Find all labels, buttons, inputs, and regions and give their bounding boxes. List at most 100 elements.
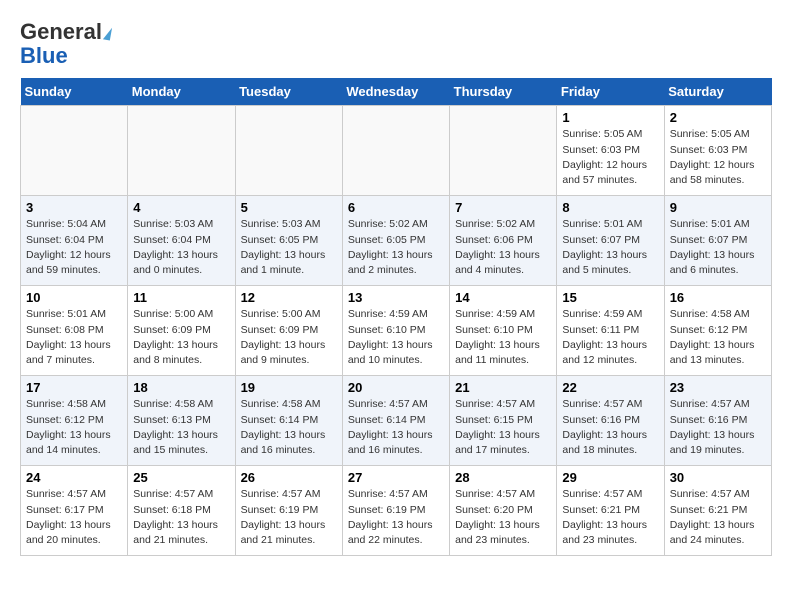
- day-info: Sunrise: 4:57 AM Sunset: 6:15 PM Dayligh…: [455, 397, 551, 458]
- day-number: 20: [348, 380, 444, 395]
- day-info: Sunrise: 5:03 AM Sunset: 6:05 PM Dayligh…: [241, 217, 337, 278]
- day-number: 3: [26, 200, 122, 215]
- logo-general: General: [20, 20, 111, 44]
- calendar-cell: 1 Sunrise: 5:05 AM Sunset: 6:03 PM Daylig…: [557, 106, 664, 196]
- day-number: 19: [241, 380, 337, 395]
- day-info: Sunrise: 5:01 AM Sunset: 6:07 PM Dayligh…: [562, 217, 658, 278]
- day-info: Sunrise: 4:58 AM Sunset: 6:12 PM Dayligh…: [670, 307, 766, 368]
- calendar-cell: 23 Sunrise: 4:57 AM Sunset: 6:16 PM Dayli…: [664, 376, 771, 466]
- day-info: Sunrise: 4:57 AM Sunset: 6:20 PM Dayligh…: [455, 487, 551, 548]
- day-info: Sunrise: 4:57 AM Sunset: 6:19 PM Dayligh…: [241, 487, 337, 548]
- day-info: Sunrise: 4:57 AM Sunset: 6:16 PM Dayligh…: [670, 397, 766, 458]
- weekday-header: Tuesday: [235, 78, 342, 106]
- day-number: 11: [133, 290, 229, 305]
- day-number: 26: [241, 470, 337, 485]
- day-number: 25: [133, 470, 229, 485]
- day-number: 30: [670, 470, 766, 485]
- day-number: 28: [455, 470, 551, 485]
- day-info: Sunrise: 4:57 AM Sunset: 6:19 PM Dayligh…: [348, 487, 444, 548]
- day-number: 21: [455, 380, 551, 395]
- day-info: Sunrise: 4:59 AM Sunset: 6:11 PM Dayligh…: [562, 307, 658, 368]
- weekday-header: Wednesday: [342, 78, 449, 106]
- calendar-cell: 11 Sunrise: 5:00 AM Sunset: 6:09 PM Dayli…: [128, 286, 235, 376]
- day-info: Sunrise: 4:58 AM Sunset: 6:14 PM Dayligh…: [241, 397, 337, 458]
- calendar-cell: 3 Sunrise: 5:04 AM Sunset: 6:04 PM Daylig…: [21, 196, 128, 286]
- day-info: Sunrise: 4:57 AM Sunset: 6:17 PM Dayligh…: [26, 487, 122, 548]
- calendar-cell: 17 Sunrise: 4:58 AM Sunset: 6:12 PM Dayli…: [21, 376, 128, 466]
- calendar-cell: 29 Sunrise: 4:57 AM Sunset: 6:21 PM Dayli…: [557, 466, 664, 556]
- calendar-cell: 9 Sunrise: 5:01 AM Sunset: 6:07 PM Daylig…: [664, 196, 771, 286]
- calendar-cell: 21 Sunrise: 4:57 AM Sunset: 6:15 PM Dayli…: [450, 376, 557, 466]
- day-info: Sunrise: 5:01 AM Sunset: 6:07 PM Dayligh…: [670, 217, 766, 278]
- day-info: Sunrise: 5:05 AM Sunset: 6:03 PM Dayligh…: [670, 127, 766, 188]
- day-info: Sunrise: 5:05 AM Sunset: 6:03 PM Dayligh…: [562, 127, 658, 188]
- day-info: Sunrise: 5:02 AM Sunset: 6:05 PM Dayligh…: [348, 217, 444, 278]
- weekday-header: Thursday: [450, 78, 557, 106]
- weekday-header: Sunday: [21, 78, 128, 106]
- calendar-cell: 6 Sunrise: 5:02 AM Sunset: 6:05 PM Daylig…: [342, 196, 449, 286]
- weekday-header: Monday: [128, 78, 235, 106]
- day-info: Sunrise: 4:57 AM Sunset: 6:18 PM Dayligh…: [133, 487, 229, 548]
- day-info: Sunrise: 5:01 AM Sunset: 6:08 PM Dayligh…: [26, 307, 122, 368]
- weekday-header: Saturday: [664, 78, 771, 106]
- calendar-table: SundayMondayTuesdayWednesdayThursdayFrid…: [20, 78, 772, 556]
- day-number: 14: [455, 290, 551, 305]
- calendar-cell: 10 Sunrise: 5:01 AM Sunset: 6:08 PM Dayli…: [21, 286, 128, 376]
- day-number: 18: [133, 380, 229, 395]
- calendar-cell: 7Sunrise: 5:02 AM Sunset: 6:06 PM Daylig…: [450, 196, 557, 286]
- logo-blue: Blue: [20, 43, 68, 68]
- day-number: 24: [26, 470, 122, 485]
- calendar-cell: [128, 106, 235, 196]
- calendar-cell: 4 Sunrise: 5:03 AM Sunset: 6:04 PM Daylig…: [128, 196, 235, 286]
- day-number: 2: [670, 110, 766, 125]
- day-number: 6: [348, 200, 444, 215]
- calendar-cell: 30 Sunrise: 4:57 AM Sunset: 6:21 PM Dayli…: [664, 466, 771, 556]
- day-number: 1: [562, 110, 658, 125]
- calendar-cell: 8 Sunrise: 5:01 AM Sunset: 6:07 PM Daylig…: [557, 196, 664, 286]
- calendar-cell: 18Sunrise: 4:58 AM Sunset: 6:13 PM Dayli…: [128, 376, 235, 466]
- day-number: 12: [241, 290, 337, 305]
- day-number: 15: [562, 290, 658, 305]
- calendar-cell: 14 Sunrise: 4:59 AM Sunset: 6:10 PM Dayli…: [450, 286, 557, 376]
- calendar-cell: [450, 106, 557, 196]
- day-number: 7: [455, 200, 551, 215]
- calendar-cell: 22Sunrise: 4:57 AM Sunset: 6:16 PM Dayli…: [557, 376, 664, 466]
- calendar-cell: 25 Sunrise: 4:57 AM Sunset: 6:18 PM Dayli…: [128, 466, 235, 556]
- day-number: 17: [26, 380, 122, 395]
- calendar-cell: 2 Sunrise: 5:05 AM Sunset: 6:03 PM Daylig…: [664, 106, 771, 196]
- day-number: 29: [562, 470, 658, 485]
- day-number: 23: [670, 380, 766, 395]
- calendar-cell: 19 Sunrise: 4:58 AM Sunset: 6:14 PM Dayli…: [235, 376, 342, 466]
- calendar-cell: 5 Sunrise: 5:03 AM Sunset: 6:05 PM Daylig…: [235, 196, 342, 286]
- day-info: Sunrise: 5:04 AM Sunset: 6:04 PM Dayligh…: [26, 217, 122, 278]
- day-info: Sunrise: 5:00 AM Sunset: 6:09 PM Dayligh…: [133, 307, 229, 368]
- calendar-cell: 28 Sunrise: 4:57 AM Sunset: 6:20 PM Dayli…: [450, 466, 557, 556]
- day-info: Sunrise: 4:57 AM Sunset: 6:14 PM Dayligh…: [348, 397, 444, 458]
- calendar-cell: [235, 106, 342, 196]
- calendar-cell: [21, 106, 128, 196]
- day-info: Sunrise: 5:00 AM Sunset: 6:09 PM Dayligh…: [241, 307, 337, 368]
- day-info: Sunrise: 5:03 AM Sunset: 6:04 PM Dayligh…: [133, 217, 229, 278]
- day-number: 27: [348, 470, 444, 485]
- day-number: 22: [562, 380, 658, 395]
- day-info: Sunrise: 4:59 AM Sunset: 6:10 PM Dayligh…: [455, 307, 551, 368]
- calendar-cell: 12 Sunrise: 5:00 AM Sunset: 6:09 PM Dayli…: [235, 286, 342, 376]
- day-info: Sunrise: 4:58 AM Sunset: 6:12 PM Dayligh…: [26, 397, 122, 458]
- day-number: 9: [670, 200, 766, 215]
- calendar-cell: 24 Sunrise: 4:57 AM Sunset: 6:17 PM Dayli…: [21, 466, 128, 556]
- day-number: 16: [670, 290, 766, 305]
- day-number: 10: [26, 290, 122, 305]
- calendar-cell: 27 Sunrise: 4:57 AM Sunset: 6:19 PM Dayli…: [342, 466, 449, 556]
- calendar-cell: 20 Sunrise: 4:57 AM Sunset: 6:14 PM Dayli…: [342, 376, 449, 466]
- day-number: 4: [133, 200, 229, 215]
- day-info: Sunrise: 4:59 AM Sunset: 6:10 PM Dayligh…: [348, 307, 444, 368]
- calendar-cell: 15 Sunrise: 4:59 AM Sunset: 6:11 PM Dayli…: [557, 286, 664, 376]
- calendar-cell: [342, 106, 449, 196]
- calendar-cell: 16 Sunrise: 4:58 AM Sunset: 6:12 PM Dayli…: [664, 286, 771, 376]
- day-number: 13: [348, 290, 444, 305]
- day-number: 8: [562, 200, 658, 215]
- day-info: Sunrise: 4:57 AM Sunset: 6:21 PM Dayligh…: [562, 487, 658, 548]
- day-number: 5: [241, 200, 337, 215]
- day-info: Sunrise: 4:57 AM Sunset: 6:21 PM Dayligh…: [670, 487, 766, 548]
- calendar-cell: 13 Sunrise: 4:59 AM Sunset: 6:10 PM Dayli…: [342, 286, 449, 376]
